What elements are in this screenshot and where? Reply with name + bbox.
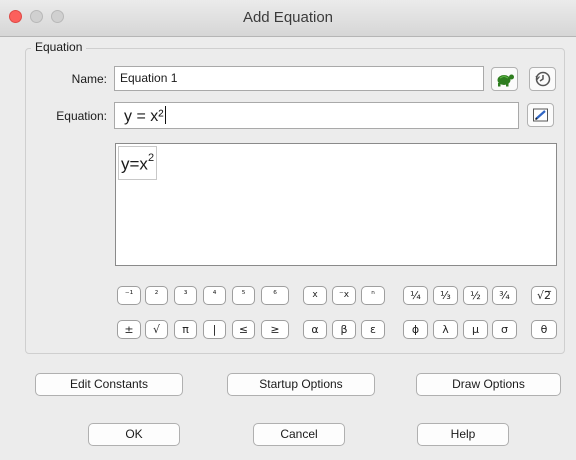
symbol-three-quarters-button[interactable]: ¾	[492, 286, 517, 305]
symbol-alpha-button[interactable]: α	[303, 320, 327, 339]
symbol-sigma-button[interactable]: σ	[492, 320, 517, 339]
symbol-sqrt2-button[interactable]: √2̅	[531, 286, 557, 305]
symbol-quarter-button[interactable]: ¼	[403, 286, 428, 305]
symbol-epsilon-button[interactable]: ε	[361, 320, 385, 339]
symbol-third-button[interactable]: ⅓	[433, 286, 458, 305]
symbol-x-button[interactable]: x	[303, 286, 327, 305]
help-button[interactable]: Help	[417, 423, 509, 446]
symbol-phi-button[interactable]: ϕ	[403, 320, 428, 339]
startup-options-button[interactable]: Startup Options	[227, 373, 375, 396]
symbol-power5-button[interactable]: ⁵	[232, 286, 255, 305]
turtle-icon	[497, 74, 514, 87]
history-icon-button[interactable]	[529, 67, 556, 91]
symbol-power4-button[interactable]: ⁴	[203, 286, 226, 305]
name-field[interactable]: Equation 1	[114, 66, 484, 91]
symbol-less-equal-button[interactable]: ≤	[232, 320, 255, 339]
symbol-sqrt-button[interactable]: √	[145, 320, 168, 339]
window-title: Add Equation	[242, 9, 334, 26]
symbol-greater-equal-button[interactable]: ≥	[261, 320, 289, 339]
preview-exponent: 2	[147, 152, 155, 164]
name-label: Name:	[71, 72, 107, 86]
symbol-inverse-button[interactable]: ⁻¹	[117, 286, 141, 305]
preview-base: y=x	[121, 154, 148, 174]
edit-constants-button[interactable]: Edit Constants	[35, 373, 183, 396]
symbol-pi-button[interactable]: π	[174, 320, 197, 339]
history-clock-icon	[534, 71, 550, 87]
equation-preview: y=x2	[115, 143, 557, 266]
edit-pencil-icon	[532, 108, 548, 122]
draw-options-button[interactable]: Draw Options	[416, 373, 561, 396]
equation-group-legend: Equation	[31, 40, 87, 54]
symbol-mu-button[interactable]: μ	[463, 320, 488, 339]
symbol-power6-button[interactable]: ⁶	[261, 286, 289, 305]
symbol-lambda-button[interactable]: λ	[433, 320, 458, 339]
symbol-half-button[interactable]: ½	[463, 286, 488, 305]
symbol-negative-x-button[interactable]: ⁻x	[332, 286, 356, 305]
equation-value: y = x²	[124, 108, 164, 125]
edit-equation-button[interactable]	[527, 103, 554, 127]
cancel-button[interactable]: Cancel	[253, 423, 345, 446]
ok-button[interactable]: OK	[88, 423, 180, 446]
symbol-theta-button[interactable]: θ	[531, 320, 557, 339]
symbol-beta-button[interactable]: β	[332, 320, 356, 339]
equation-field[interactable]: y = x²	[114, 102, 519, 129]
turtle-icon-button[interactable]	[491, 67, 518, 91]
symbol-cube-button[interactable]: ³	[174, 286, 197, 305]
symbol-power-n-button[interactable]: ⁿ	[361, 286, 385, 305]
text-caret	[164, 106, 166, 124]
equation-label: Equation:	[56, 109, 107, 123]
symbol-abs-button[interactable]: |	[203, 320, 226, 339]
title-bar: Add Equation	[0, 0, 576, 37]
symbol-plus-minus-button[interactable]: ±	[117, 320, 141, 339]
preview-equation: y=x2	[118, 146, 158, 180]
symbol-square-button[interactable]: ²	[145, 286, 168, 305]
